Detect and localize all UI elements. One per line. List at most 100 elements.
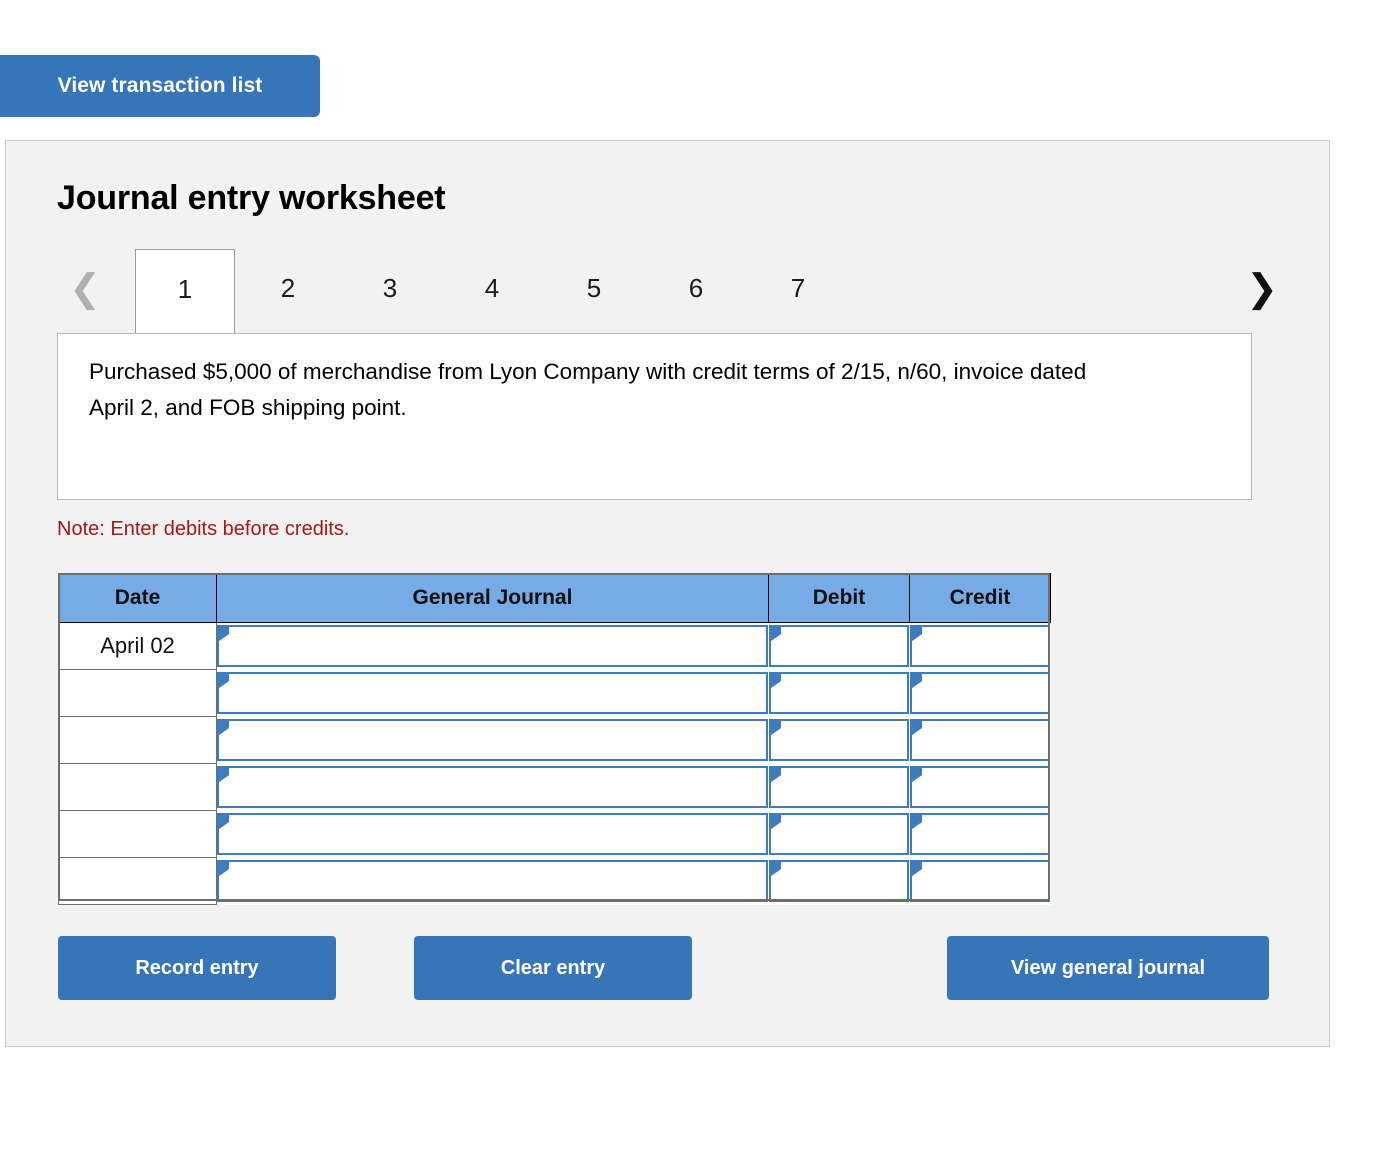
worksheet-tab-4[interactable]: 4 [441, 249, 543, 334]
journal-credit-input[interactable] [909, 860, 1050, 902]
table-row [58, 857, 1051, 905]
transaction-description-box: Purchased $5,000 of merchandise from Lyo… [57, 333, 1252, 500]
journal-credit-input-value [926, 721, 1042, 759]
journal-debit-input[interactable] [768, 813, 909, 855]
table-row [58, 810, 1051, 858]
journal-date-cell[interactable] [58, 857, 217, 905]
journal-date-cell[interactable] [58, 763, 217, 811]
table-header-row: Date General Journal Debit Credit [58, 573, 1051, 623]
journal-date-cell[interactable] [58, 716, 217, 764]
journal-debit-input-cell [768, 669, 910, 717]
journal-account-input[interactable] [217, 719, 768, 761]
journal-credit-input[interactable] [909, 813, 1050, 855]
journal-credit-input-cell [909, 669, 1051, 717]
chevron-right-icon[interactable]: ❯ [1242, 265, 1282, 313]
dropdown-arrow-icon [911, 721, 922, 735]
clear-entry-button[interactable]: Clear entry [414, 936, 692, 1000]
journal-credit-input-value [926, 627, 1042, 665]
journal-debit-input[interactable] [768, 672, 909, 714]
journal-account-input-cell [216, 763, 769, 811]
chevron-left-icon[interactable]: ❮ [65, 265, 105, 313]
dropdown-arrow-icon [911, 674, 922, 688]
worksheet-tab-6[interactable]: 6 [645, 249, 747, 334]
journal-account-input-cell [216, 669, 769, 717]
journal-debit-input-value [785, 768, 901, 806]
journal-credit-input[interactable] [909, 766, 1050, 808]
dropdown-arrow-icon [219, 674, 229, 688]
dropdown-arrow-icon [770, 721, 781, 735]
journal-account-input-cell [216, 810, 769, 858]
journal-account-input-value [233, 674, 760, 712]
worksheet-tab-2[interactable]: 2 [237, 249, 339, 334]
dropdown-arrow-icon [219, 862, 229, 876]
journal-account-input[interactable] [217, 860, 768, 902]
debits-before-credits-note: Note: Enter debits before credits. [57, 518, 350, 540]
dropdown-arrow-icon [911, 815, 922, 829]
journal-date-cell[interactable] [58, 810, 217, 858]
journal-account-input-value [233, 721, 760, 759]
journal-debit-input-cell [768, 622, 910, 670]
journal-credit-input-cell [909, 622, 1051, 670]
journal-debit-input-value [785, 627, 901, 665]
journal-account-input[interactable] [217, 766, 768, 808]
dropdown-arrow-icon [219, 768, 229, 782]
journal-debit-input-cell [768, 810, 910, 858]
column-header-date: Date [58, 573, 217, 623]
dropdown-arrow-icon [911, 627, 922, 642]
column-header-debit: Debit [768, 573, 910, 623]
dropdown-arrow-icon [911, 768, 922, 782]
column-header-credit: Credit [909, 573, 1051, 623]
journal-account-input-value [233, 768, 760, 806]
dropdown-arrow-icon [770, 627, 781, 642]
page-title: Journal entry worksheet [57, 179, 446, 217]
journal-debit-input-cell [768, 857, 910, 905]
journal-debit-input[interactable] [768, 625, 909, 668]
journal-date-cell[interactable] [58, 669, 217, 717]
journal-credit-input[interactable] [909, 719, 1050, 761]
journal-account-input[interactable] [217, 813, 768, 855]
table-row [58, 763, 1051, 811]
journal-credit-input-value [926, 862, 1042, 900]
journal-account-input[interactable] [217, 625, 768, 668]
journal-account-input[interactable] [217, 672, 768, 714]
worksheet-tab-1[interactable]: 1 [135, 249, 235, 334]
transaction-description-text: Purchased $5,000 of merchandise from Lyo… [89, 359, 1087, 420]
journal-account-input-cell [216, 716, 769, 764]
table-row [58, 716, 1051, 764]
journal-debit-input[interactable] [768, 860, 909, 902]
journal-credit-input[interactable] [909, 625, 1050, 668]
dropdown-arrow-icon [770, 815, 781, 829]
dropdown-arrow-icon [219, 627, 229, 642]
dropdown-arrow-icon [770, 674, 781, 688]
dropdown-arrow-icon [911, 862, 922, 876]
journal-credit-input-value [926, 768, 1042, 806]
journal-entry-worksheet-panel: Journal entry worksheet ❮ ❯ 1234567 Purc… [5, 140, 1330, 1047]
worksheet-tab-strip: ❮ ❯ 1234567 [57, 249, 1282, 334]
journal-account-input-cell [216, 857, 769, 905]
table-row [58, 669, 1051, 717]
view-transaction-list-button[interactable]: View transaction list [0, 55, 320, 117]
journal-debit-input[interactable] [768, 766, 909, 808]
record-entry-button[interactable]: Record entry [58, 936, 336, 1000]
dropdown-arrow-icon [770, 862, 781, 876]
journal-credit-input-cell [909, 810, 1051, 858]
journal-entry-table: Date General Journal Debit Credit April … [58, 573, 1051, 905]
journal-date-cell[interactable]: April 02 [58, 622, 217, 670]
journal-debit-input-value [785, 721, 901, 759]
worksheet-tab-7[interactable]: 7 [747, 249, 849, 334]
view-general-journal-button[interactable]: View general journal [947, 936, 1269, 1000]
journal-credit-input-value [926, 815, 1042, 853]
journal-credit-input-cell [909, 857, 1051, 905]
worksheet-tab-3[interactable]: 3 [339, 249, 441, 334]
journal-credit-input[interactable] [909, 672, 1050, 714]
journal-account-input-value [233, 862, 760, 900]
dropdown-arrow-icon [219, 815, 229, 829]
journal-credit-input-value [926, 674, 1042, 712]
worksheet-tab-5[interactable]: 5 [543, 249, 645, 334]
journal-debit-input-value [785, 674, 901, 712]
journal-debit-input[interactable] [768, 719, 909, 761]
dropdown-arrow-icon [770, 768, 781, 782]
journal-credit-input-cell [909, 716, 1051, 764]
table-row: April 02 [58, 622, 1051, 670]
journal-debit-input-cell [768, 763, 910, 811]
